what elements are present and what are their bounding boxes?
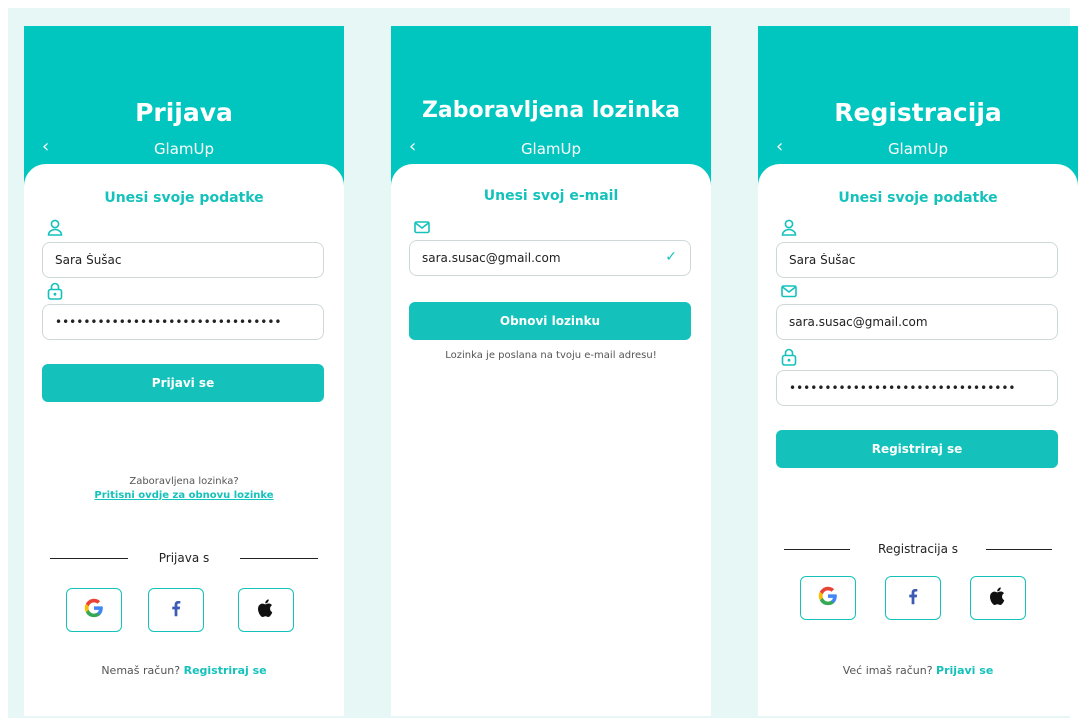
checkmark-icon: ✓ [665,249,677,265]
page-title: Zaboravljena lozinka [421,98,680,123]
page-title: Registracija [834,98,1002,127]
facebook-login-button[interactable] [148,588,204,632]
signup-prompt: Nemaš račun? Registriraj se [24,664,344,677]
apple-icon [255,597,277,623]
lock-icon [46,282,64,300]
mail-icon [413,218,431,236]
facebook-register-button[interactable] [885,576,941,620]
username-field[interactable] [42,242,324,278]
divider-label: Registracija s [877,542,959,556]
password-field[interactable] [776,370,1058,406]
password-field[interactable] [42,304,324,340]
forgot-password-screen: Zaboravljena lozinka ‹ GlamUp Unesi svoj… [391,26,711,716]
social-divider: Prijava s [50,551,318,565]
login-prompt-text: Već imaš račun? [842,664,933,677]
user-icon [46,218,64,236]
email-field-wrap: ✓ [409,240,691,276]
page-title: Prijava [135,98,233,127]
register-button[interactable]: Registriraj se [776,430,1058,468]
form-card: Unesi svoje podatke Registriraj se Regis… [758,164,1078,716]
forgot-password-question: Zaboravljena lozinka? [129,476,239,487]
form-card: Unesi svoj e-mail ✓ Obnovi lozinku Lozin… [391,164,711,716]
form-heading: Unesi svoj e-mail [483,188,619,204]
google-login-button[interactable] [66,588,122,632]
email-field[interactable] [776,304,1058,340]
facebook-icon [165,597,187,623]
google-icon [83,597,105,623]
reset-password-button[interactable]: Obnovi lozinku [409,302,691,340]
login-link[interactable]: Prijavi se [936,664,993,677]
header: Zaboravljena lozinka ‹ GlamUp [391,26,711,186]
form-heading: Unesi svoje podatke [104,190,264,206]
user-icon [780,218,798,236]
header: Registracija ‹ GlamUp [758,26,1078,186]
mockup-backdrop: Prijava ‹ GlamUp Unesi svoje podatke Pri… [8,8,1078,718]
divider-label: Prijava s [158,551,210,565]
facebook-icon [902,585,924,611]
form-heading: Unesi svoje podatke [838,190,998,206]
signup-link[interactable]: Registriraj se [184,664,267,677]
confirmation-message: Lozinka je poslana na tvoju e-mail adres… [445,350,657,361]
mail-icon [780,282,798,300]
login-prompt: Već imaš račun? Prijavi se [758,664,1078,677]
form-card: Unesi svoje podatke Prijavi se Zaboravlj… [24,164,344,716]
app-name: GlamUp [520,140,582,158]
social-divider: Registracija s [784,542,1052,556]
forgot-password-link[interactable]: Pritisni ovdje za obnovu lozinke [94,490,273,501]
login-button[interactable]: Prijavi se [42,364,324,402]
apple-login-button[interactable] [238,588,294,632]
google-register-button[interactable] [800,576,856,620]
apple-register-button[interactable] [970,576,1026,620]
header: Prijava ‹ GlamUp [24,26,344,186]
register-screen: Registracija ‹ GlamUp Unesi svoje podatk… [758,26,1078,716]
apple-icon [987,585,1009,611]
signup-prompt-text: Nemaš račun? [101,664,181,677]
name-field[interactable] [776,242,1058,278]
app-name: GlamUp [887,140,949,158]
email-field[interactable] [409,240,691,276]
app-name: GlamUp [153,140,215,158]
lock-icon [780,348,798,366]
login-screen: Prijava ‹ GlamUp Unesi svoje podatke Pri… [24,26,344,716]
google-icon [817,585,839,611]
